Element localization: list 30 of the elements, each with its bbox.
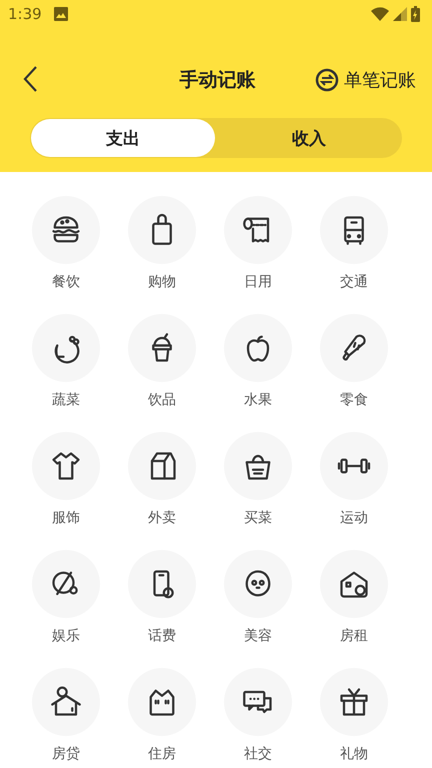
category-label: 买菜 xyxy=(244,509,272,528)
signal-icon xyxy=(393,7,407,21)
category-label: 美容 xyxy=(244,627,272,646)
battery-icon xyxy=(411,6,420,22)
category-label: 餐饮 xyxy=(52,273,80,292)
category-label: 外卖 xyxy=(148,509,176,528)
category-label: 日用 xyxy=(244,273,272,292)
category-label: 交通 xyxy=(340,273,368,292)
category-label: 饮品 xyxy=(148,391,176,410)
single-entry-button[interactable]: 单笔记账 xyxy=(315,68,416,92)
category-label: 社交 xyxy=(244,745,272,764)
image-icon xyxy=(54,7,68,21)
category-label: 零食 xyxy=(340,391,368,410)
category-label: 服饰 xyxy=(52,509,80,528)
page-title: 手动记账 xyxy=(178,68,256,93)
category-label: 购物 xyxy=(148,273,176,292)
category-label: 房租 xyxy=(340,627,368,646)
category-label: 水果 xyxy=(244,391,272,410)
swap-icon xyxy=(315,68,339,92)
category-label: 蔬菜 xyxy=(52,391,80,410)
category-label: 话费 xyxy=(148,627,176,646)
category-label: 住房 xyxy=(148,745,176,764)
category-label: 礼物 xyxy=(340,745,368,764)
wifi-icon xyxy=(371,7,389,21)
category-label: 房贷 xyxy=(52,745,80,764)
type-tab[interactable]: 支出 xyxy=(31,119,215,157)
category-label: 运动 xyxy=(340,509,368,528)
status-time: 1:39 xyxy=(8,5,42,23)
category-label: 娱乐 xyxy=(52,627,80,646)
type-tab[interactable]: 收入 xyxy=(217,119,401,157)
